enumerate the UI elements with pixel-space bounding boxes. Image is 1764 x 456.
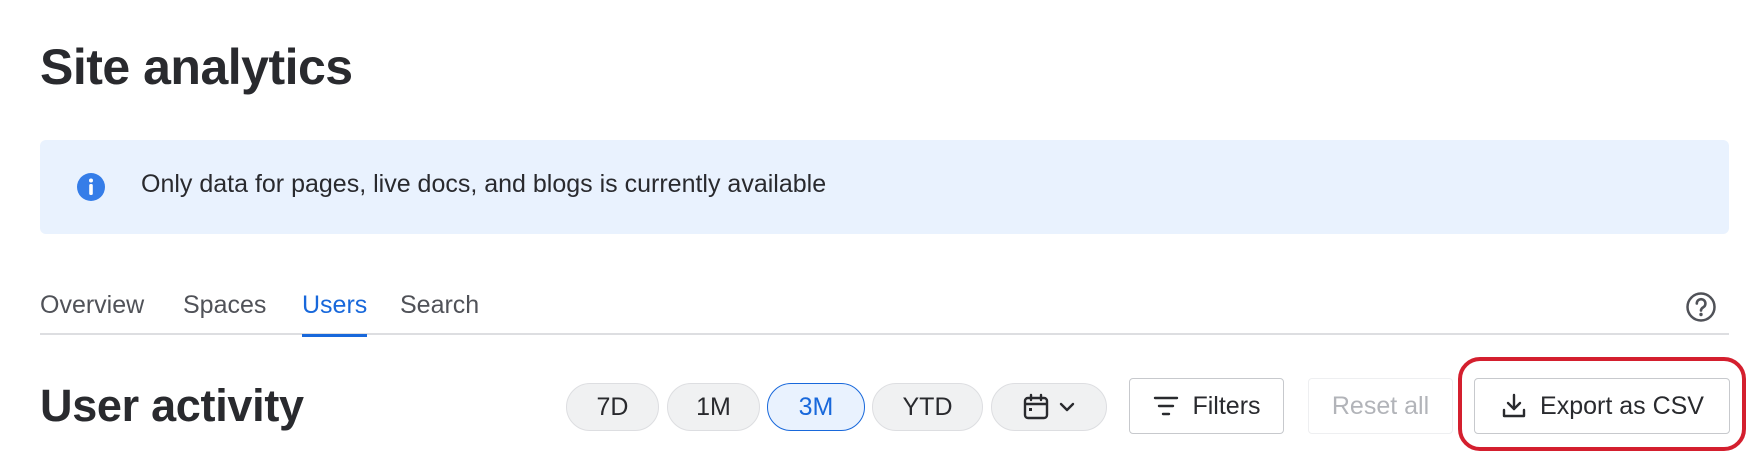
reset-all-button[interactable]: Reset all xyxy=(1308,378,1453,434)
info-banner: Only data for pages, live docs, and blog… xyxy=(40,140,1729,234)
filter-icon xyxy=(1152,392,1180,420)
banner-message: Only data for pages, live docs, and blog… xyxy=(141,170,827,198)
export-label: Export as CSV xyxy=(1540,391,1704,420)
tab-users[interactable]: Users xyxy=(302,291,368,337)
range-1m-button[interactable]: 1M xyxy=(667,383,760,431)
tab-bar: Overview Spaces Users Search xyxy=(40,285,1729,337)
chevron-down-icon xyxy=(1058,398,1076,416)
info-icon xyxy=(76,172,106,202)
range-ytd-button[interactable]: YTD xyxy=(872,383,983,431)
tab-spaces[interactable]: Spaces xyxy=(183,291,266,335)
section-title: User activity xyxy=(40,380,304,431)
custom-range-button[interactable] xyxy=(991,383,1107,431)
tab-search[interactable]: Search xyxy=(400,291,479,335)
calendar-icon xyxy=(1022,393,1050,421)
help-circle-icon[interactable] xyxy=(1685,291,1717,323)
filters-label: Filters xyxy=(1192,391,1261,420)
filters-button[interactable]: Filters xyxy=(1129,378,1284,434)
range-3m-button[interactable]: 3M xyxy=(767,383,865,431)
range-7d-button[interactable]: 7D xyxy=(566,383,659,431)
tab-overview[interactable]: Overview xyxy=(40,291,144,335)
export-csv-button[interactable]: Export as CSV xyxy=(1474,378,1730,434)
page-title: Site analytics xyxy=(40,39,353,95)
download-icon xyxy=(1500,392,1528,420)
